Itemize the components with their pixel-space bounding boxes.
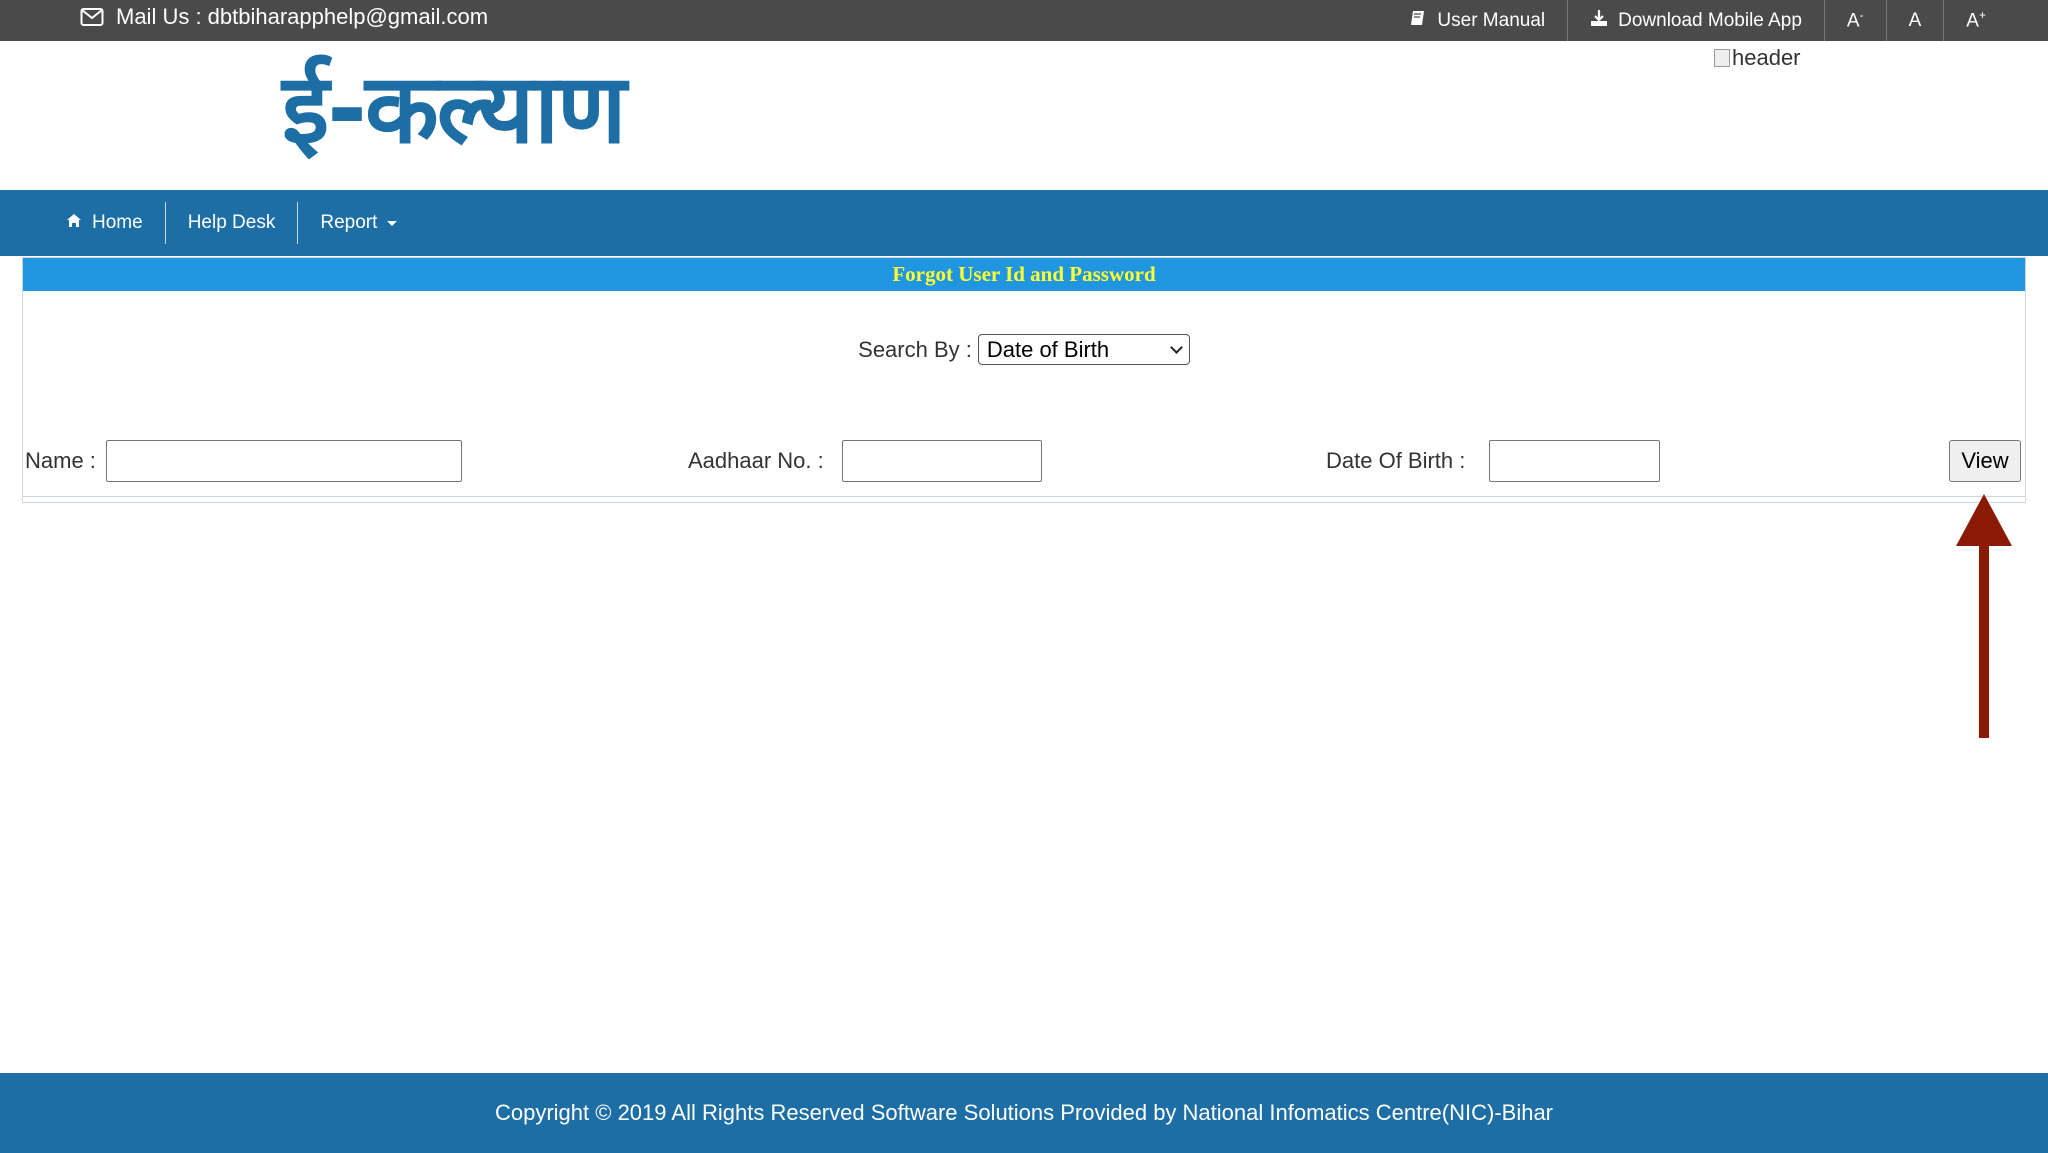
user-manual-label: User Manual [1437,9,1546,31]
font-increase-label: A+ [1966,8,1986,32]
broken-image-icon [1714,49,1730,67]
nav-report[interactable]: Report [297,202,419,244]
header-image-alt: header [1732,45,1801,70]
forgot-credentials-panel: Forgot User Id and Password Search By : … [22,257,2026,503]
envelope-icon [80,7,104,27]
book-icon [1409,9,1427,33]
nav-home-label: Home [92,212,143,233]
site-footer: Copyright © 2019 All Rights Reserved Sof… [0,1073,2048,1153]
panel-title: Forgot User Id and Password [23,258,2025,291]
font-normal-button[interactable]: A [1885,0,1944,41]
search-by-value: Date of Birth [986,336,1110,362]
mail-contact[interactable]: Mail Us : dbtbiharapphelp@gmail.com [80,0,488,34]
home-icon [66,212,82,234]
nav-home[interactable]: Home [44,202,165,244]
annotation-arrow-icon [1956,494,2012,745]
site-logo[interactable]: ई-कल्याण [282,61,627,157]
header-image: header [1714,45,1801,71]
aadhaar-label: Aadhaar No. : [688,448,824,473]
chevron-down-icon [1169,341,1183,354]
nav-help-desk-label: Help Desk [187,212,276,233]
dob-input[interactable] [1489,440,1660,482]
view-button[interactable]: View [1949,440,2021,482]
site-header: ई-कल्याण header [0,41,2048,190]
nav-report-label: Report [320,212,378,233]
font-increase-button[interactable]: A+ [1943,0,2008,41]
font-decrease-button[interactable]: A- [1823,0,1886,41]
download-app-label: Download Mobile App [1618,9,1802,31]
top-bar: Mail Us : dbtbiharapphelp@gmail.com User… [0,0,2048,41]
dob-label: Date Of Birth : [1326,448,1466,473]
nav-help-desk[interactable]: Help Desk [164,202,298,244]
caret-down-icon [387,220,398,226]
name-input[interactable] [106,440,462,482]
search-by-row: Search By : Date of Birth [23,334,2025,365]
search-by-label: Search By : [858,336,972,362]
download-app-link[interactable]: Download Mobile App [1567,0,1824,41]
top-links: User Manual Download Mobile App A- A A+ [1387,0,2008,41]
search-by-select[interactable]: Date of Birth [977,334,1190,365]
copyright-text: Copyright © 2019 All Rights Reserved Sof… [494,1100,1554,1125]
name-label: Name : [25,448,96,473]
aadhaar-input[interactable] [842,440,1042,482]
download-icon [1590,9,1608,33]
user-manual-link[interactable]: User Manual [1387,0,1567,41]
mail-text: Mail Us : dbtbiharapphelp@gmail.com [116,4,489,29]
search-form-row: Name : Aadhaar No. : Date Of Birth : [23,440,2025,484]
font-decrease-label: A- [1846,8,1864,32]
font-normal-label: A [1908,9,1922,31]
panel-divider [23,496,2025,497]
main-nav: Home Help Desk Report [0,190,2048,256]
